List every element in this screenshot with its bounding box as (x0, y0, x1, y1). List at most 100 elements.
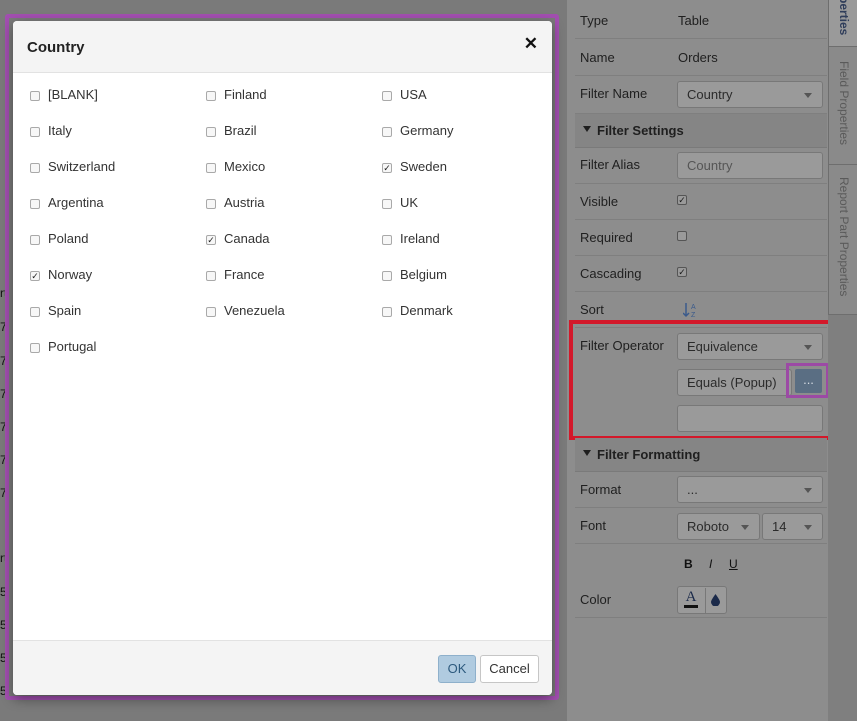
checkbox[interactable] (382, 307, 392, 317)
checkbox[interactable] (30, 199, 40, 209)
caret-down-icon (583, 450, 591, 456)
underline-button[interactable]: U (729, 557, 738, 571)
country-option-label: Spain (48, 303, 82, 318)
country-option-label: Finland (224, 87, 267, 102)
name-label: Name (580, 50, 615, 65)
checkbox[interactable] (206, 271, 216, 281)
bold-button[interactable]: B (684, 557, 693, 571)
country-option-label: France (224, 267, 265, 282)
font-label: Font (580, 518, 607, 533)
format-label: Format (580, 482, 622, 497)
country-option-label: USA (400, 87, 427, 102)
checkbox[interactable] (206, 307, 216, 317)
country-option-label: Argentina (48, 195, 104, 210)
country-option-label: Denmark (400, 303, 453, 318)
checkbox[interactable] (30, 343, 40, 353)
country-option-label: Canada (224, 231, 270, 246)
checkbox[interactable] (30, 91, 40, 101)
filter-settings-header[interactable]: Filter Settings (575, 114, 827, 148)
country-option-label: UK (400, 195, 419, 210)
font-value: Roboto (687, 519, 729, 534)
country-option-label: Brazil (224, 123, 257, 138)
country-option-label: Ireland (400, 231, 440, 246)
filter-alias-input[interactable]: Country (677, 152, 823, 179)
checkbox[interactable] (206, 91, 216, 101)
tab-report-part-properties[interactable]: Report Part Properties (828, 165, 857, 315)
modal-footer: OK Cancel (13, 640, 552, 695)
required-checkbox[interactable] (677, 231, 687, 241)
checkbox[interactable] (382, 271, 392, 281)
country-option-label: Poland (48, 231, 89, 246)
checkbox[interactable]: ✓ (382, 163, 392, 173)
type-value: Table (678, 13, 710, 28)
checkbox[interactable] (382, 199, 392, 209)
cascading-checkbox[interactable]: ✓ (677, 267, 687, 277)
italic-button[interactable]: I (709, 557, 712, 571)
filter-alias-label: Filter Alias (580, 157, 640, 172)
chevron-down-icon (804, 525, 812, 530)
type-label: Type (580, 13, 609, 28)
ok-button[interactable]: OK (438, 655, 476, 683)
visible-row: Visible (575, 184, 827, 220)
country-option-label: Mexico (224, 159, 266, 174)
checkbox[interactable] (206, 163, 216, 173)
svg-text:A: A (691, 304, 696, 311)
filter-formatting-header[interactable]: Filter Formatting (575, 438, 827, 472)
chevron-down-icon (741, 525, 749, 530)
cascading-label: Cascading (580, 266, 642, 281)
checkbox[interactable] (30, 235, 40, 245)
checkbox[interactable] (30, 127, 40, 137)
tab-properties[interactable]: perties (828, 0, 857, 47)
filter-settings-title: Filter Settings (597, 123, 684, 138)
filter-name-select[interactable]: Country (677, 81, 823, 108)
format-select[interactable]: ... (677, 476, 823, 503)
sort-icon[interactable]: A Z (682, 302, 697, 319)
required-label: Required (580, 230, 633, 245)
required-row: Required (575, 220, 827, 256)
type-row: Type Table (575, 3, 827, 39)
checkbox[interactable] (30, 307, 40, 317)
font-size-value: 14 (772, 519, 787, 534)
visible-label: Visible (580, 194, 619, 209)
checkbox[interactable] (206, 199, 216, 209)
checkbox[interactable]: ✓ (30, 271, 40, 281)
color-picker[interactable]: A (677, 586, 727, 614)
country-option-label: Sweden (400, 159, 447, 174)
tab-report-part-properties-label: Report Part Properties (837, 177, 851, 297)
caret-down-icon (583, 126, 591, 132)
country-option-label: Germany (400, 123, 454, 138)
filter-alias-placeholder: Country (687, 158, 733, 173)
divider (705, 588, 706, 614)
tab-field-properties-label: Field Properties (837, 61, 851, 146)
svg-text:Z: Z (691, 312, 696, 318)
checkbox[interactable]: ✓ (206, 235, 216, 245)
sort-label: Sort (580, 302, 604, 317)
checkbox[interactable] (382, 235, 392, 245)
font-select[interactable]: Roboto (677, 513, 760, 540)
filter-name-value: Country (687, 87, 733, 102)
country-option-label: Italy (48, 123, 72, 138)
text-color-icon[interactable]: A (684, 589, 698, 608)
checkbox[interactable] (382, 127, 392, 137)
checkbox[interactable] (206, 127, 216, 137)
country-option-label: Portugal (48, 339, 97, 354)
cancel-button[interactable]: Cancel (480, 655, 539, 683)
fill-color-icon[interactable] (711, 594, 720, 606)
color-label: Color (580, 592, 612, 607)
country-option-label: Switzerland (48, 159, 116, 174)
chevron-down-icon (804, 93, 812, 98)
country-option-label: Norway (48, 267, 93, 282)
checkbox[interactable] (382, 91, 392, 101)
country-option-label: Austria (224, 195, 265, 210)
name-value: Orders (678, 50, 718, 65)
country-filter-modal: Country ✕ [BLANK] Italy Switzerland Argenti… (13, 21, 552, 695)
tab-field-properties[interactable]: Field Properties (828, 47, 857, 165)
close-icon[interactable]: ✕ (524, 34, 538, 54)
vertical-tab-bar: perties Field Properties Report Part Pro… (828, 0, 857, 721)
font-size-select[interactable]: 14 (762, 513, 823, 540)
filter-formatting-title: Filter Formatting (597, 447, 701, 462)
filter-name-label: Filter Name (580, 86, 648, 101)
visible-checkbox[interactable]: ✓ (677, 195, 687, 205)
format-value: ... (687, 482, 698, 497)
checkbox[interactable] (30, 163, 40, 173)
